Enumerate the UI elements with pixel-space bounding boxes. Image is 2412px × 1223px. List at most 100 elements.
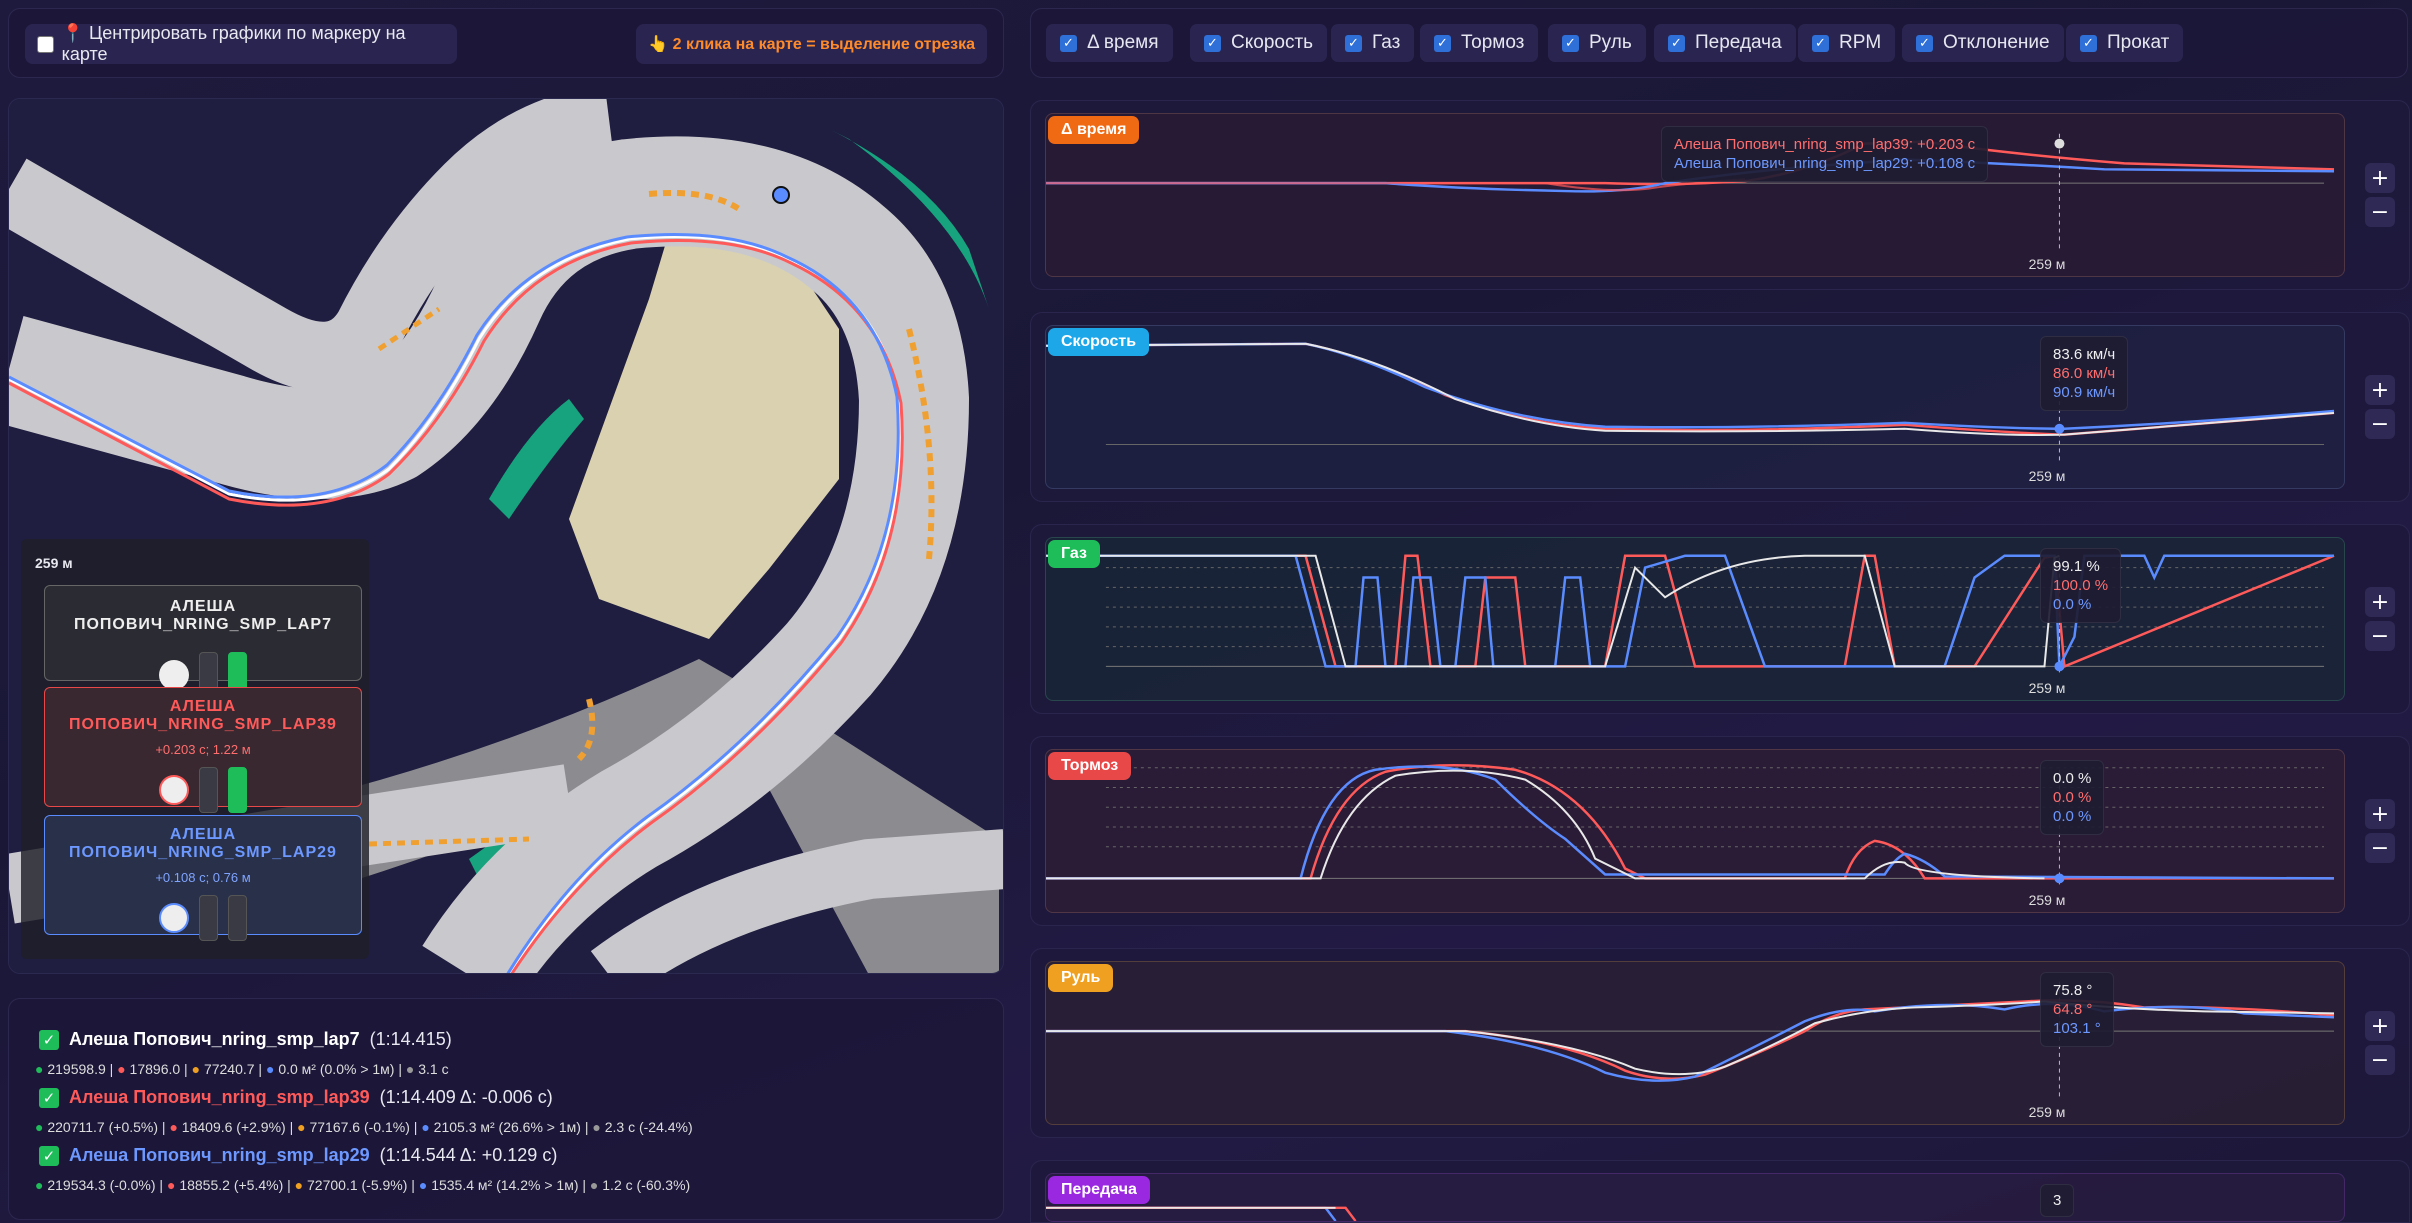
chart-delta-time: Δ время Алеша Попович_nring_smp_lap39: +… <box>1030 100 2410 290</box>
throttle-bar <box>228 895 247 941</box>
delta-tooltip: Алеша Попович_nring_smp_lap39: +0.203 с … <box>1661 126 1989 182</box>
legend-stats-lap39: ● 220711.7 (+0.5%) | ● 18409.6 (+2.9%) |… <box>35 1119 693 1135</box>
chart-tag-delta: Δ время <box>1048 116 1140 144</box>
checkbox-brake[interactable]: ✓ <box>1434 34 1451 52</box>
chart-steering-plot[interactable]: Руль 75.8 ° 64.8 ° 103.1 ° 259 м <box>1045 961 2345 1125</box>
toggle-brake[interactable]: ✓ Тормоз <box>1420 24 1539 62</box>
center-on-marker-checkbox[interactable] <box>37 35 54 53</box>
legend-row-lap7[interactable]: ✓ Алеша Попович_nring_smp_lap7 (1:14.415… <box>39 1029 452 1050</box>
marker-distance-label: 259 м <box>2028 468 2066 484</box>
steering-gauge-icon <box>159 660 189 690</box>
zoom-in-button[interactable]: + <box>2365 799 2395 829</box>
legend-lap-name: Алеша Попович_nring_smp_lap7 <box>69 1029 360 1049</box>
chart-gas: Газ 99.1 % 100.0 % 0.0 % 259 м + − <box>1030 524 2410 714</box>
checkbox-gas[interactable]: ✓ <box>1345 34 1362 52</box>
toggle-delta[interactable]: ✓ Δ время <box>1046 24 1173 62</box>
center-on-marker-control[interactable]: 📍 Центрировать графики по маркеру на кар… <box>25 23 457 64</box>
legend-lap-time: (1:14.415) <box>369 1029 452 1049</box>
lap-card-delta: +0.203 с; 1.22 м <box>155 742 251 757</box>
zoom-in-button[interactable]: + <box>2365 375 2395 405</box>
legend-row-lap29[interactable]: ✓ Алеша Попович_nring_smp_lap29 (1:14.54… <box>39 1145 557 1166</box>
marker-distance-label: 259 м <box>2028 680 2066 696</box>
toggle-label: Прокат <box>2107 32 2170 53</box>
segment-hint-text: 👆 2 клика на карте = выделение отрезка <box>648 36 975 53</box>
toggle-speed[interactable]: ✓ Скорость <box>1190 24 1328 62</box>
marker-distance-label: 259 м <box>2028 892 2066 908</box>
toggle-gas[interactable]: ✓ Газ <box>1331 24 1415 62</box>
zoom-out-button[interactable]: − <box>2365 197 2395 227</box>
map-position-marker <box>772 186 790 204</box>
toggle-rolling[interactable]: ✓ Прокат <box>2066 24 2184 62</box>
lap-card-delta: +0.108 с; 0.76 м <box>155 870 251 885</box>
toggle-label: Скорость <box>1231 32 1314 53</box>
chart-speed-plot[interactable]: Скорость 83.6 км/ч 86.0 км/ч 90.9 км/ч 2… <box>1045 325 2345 489</box>
brake-bar <box>199 767 218 813</box>
lap-card-name: АЛЕША ПОПОВИЧ_NRING_SMP_LAP39 <box>69 698 337 733</box>
legend-checkbox[interactable]: ✓ <box>39 1029 59 1050</box>
chart-tag-gear: Передача <box>1048 1176 1150 1204</box>
legend-stats-lap29: ● 219534.3 (-0.0%) | ● 18855.2 (+5.4%) |… <box>35 1177 691 1193</box>
chart-gas-plot[interactable]: Газ 99.1 % 100.0 % 0.0 % 259 м <box>1045 537 2345 701</box>
legend-checkbox[interactable]: ✓ <box>39 1087 59 1108</box>
toggle-gear[interactable]: ✓ Передача <box>1654 24 1796 62</box>
legend-stats-lap7: ● 219598.9 | ● 17896.0 | ● 77240.7 | ● 0… <box>35 1061 449 1077</box>
chart-brake: Тормоз 0.0 % 0.0 % 0.0 % 259 м + − <box>1030 736 2410 926</box>
chart-gear-plot[interactable]: Передача 3 <box>1045 1173 2345 1222</box>
toggle-deviation[interactable]: ✓ Отклонение <box>1902 24 2064 62</box>
toggle-label: RPM <box>1839 32 1882 53</box>
zoom-out-button[interactable]: − <box>2365 621 2395 651</box>
laps-legend-panel: ✓ Алеша Попович_nring_smp_lap7 (1:14.415… <box>8 998 1004 1220</box>
gear-tooltip: 3 <box>2040 1184 2075 1217</box>
chart-steering: Руль 75.8 ° 64.8 ° 103.1 ° 259 м + − <box>1030 948 2410 1138</box>
toggle-label: Отклонение <box>1943 32 2050 53</box>
throttle-bar <box>228 767 247 813</box>
toggle-label: Тормоз <box>1461 32 1525 53</box>
legend-lap-name: Алеша Попович_nring_smp_lap29 <box>69 1145 370 1165</box>
zoom-out-button[interactable]: − <box>2365 409 2395 439</box>
legend-checkbox[interactable]: ✓ <box>39 1145 59 1166</box>
toggle-rpm[interactable]: ✓ RPM <box>1798 24 1896 62</box>
lap-card-name: АЛЕША ПОПОВИЧ_NRING_SMP_LAP29 <box>69 826 337 861</box>
legend-row-lap39[interactable]: ✓ Алеша Попович_nring_smp_lap39 (1:14.40… <box>39 1087 553 1108</box>
center-on-marker-label: 📍 Центрировать графики по маркеру на кар… <box>61 23 406 64</box>
lap-card-lap29[interactable]: АЛЕША ПОПОВИЧ_NRING_SMP_LAP29 +0.108 с; … <box>44 815 362 941</box>
legend-lap-name: Алеша Попович_nring_smp_lap39 <box>69 1087 370 1107</box>
chart-tag-gas: Газ <box>1048 540 1100 568</box>
marker-distance-label: 259 м <box>2028 256 2066 272</box>
toggle-label: Газ <box>1372 32 1401 53</box>
lap-card-lap7[interactable]: АЛЕША ПОПОВИЧ_NRING_SMP_LAP7 <box>44 585 362 698</box>
chart-delta-plot[interactable]: Δ время Алеша Попович_nring_smp_lap39: +… <box>1045 113 2345 277</box>
map-controls-panel: 📍 Центрировать графики по маркеру на кар… <box>8 8 1004 78</box>
checkbox-speed[interactable]: ✓ <box>1204 34 1221 52</box>
marker-distance-label: 259 м <box>2028 1104 2066 1120</box>
zoom-in-button[interactable]: + <box>2365 587 2395 617</box>
lap-card-lap39[interactable]: АЛЕША ПОПОВИЧ_NRING_SMP_LAP39 +0.203 с; … <box>44 687 362 813</box>
gas-tooltip: 99.1 % 100.0 % 0.0 % <box>2040 548 2122 623</box>
zoom-in-button[interactable]: + <box>2365 1011 2395 1041</box>
zoom-in-button[interactable]: + <box>2365 163 2395 193</box>
zoom-out-button[interactable]: − <box>2365 1045 2395 1075</box>
legend-lap-time: (1:14.544 Δ: +0.129 с) <box>379 1145 558 1165</box>
chart-speed: Скорость 83.6 км/ч 86.0 км/ч 90.9 км/ч 2… <box>1030 312 2410 502</box>
speed-tooltip: 83.6 км/ч 86.0 км/ч 90.9 км/ч <box>2040 336 2129 411</box>
lap-card-name: АЛЕША ПОПОВИЧ_NRING_SMP_LAP7 <box>73 598 332 633</box>
checkbox-delta[interactable]: ✓ <box>1060 34 1077 52</box>
overlay-distance: 259 м <box>35 555 73 571</box>
toggle-label: Руль <box>1589 32 1632 53</box>
zoom-out-button[interactable]: − <box>2365 833 2395 863</box>
steering-tooltip: 75.8 ° 64.8 ° 103.1 ° <box>2040 972 2114 1047</box>
checkbox-rolling[interactable]: ✓ <box>2080 34 2097 52</box>
chart-tag-steering: Руль <box>1048 964 1114 992</box>
checkbox-gear[interactable]: ✓ <box>1668 34 1685 52</box>
checkbox-deviation[interactable]: ✓ <box>1916 34 1933 52</box>
chart-gear: Передача 3 <box>1030 1160 2410 1223</box>
toggle-steer[interactable]: ✓ Руль <box>1548 24 1646 62</box>
legend-lap-time: (1:14.409 Δ: -0.006 с) <box>379 1087 553 1107</box>
brake-tooltip: 0.0 % 0.0 % 0.0 % <box>2040 760 2105 835</box>
steering-gauge-icon <box>159 775 189 805</box>
chart-tag-brake: Тормоз <box>1048 752 1132 780</box>
map-panel: 259 м АЛЕША ПОПОВИЧ_NRING_SMP_LAP7 АЛЕША… <box>8 98 1004 974</box>
checkbox-rpm[interactable]: ✓ <box>1812 34 1829 52</box>
chart-brake-plot[interactable]: Тормоз 0.0 % 0.0 % 0.0 % 259 м <box>1045 749 2345 913</box>
checkbox-steer[interactable]: ✓ <box>1562 34 1579 52</box>
